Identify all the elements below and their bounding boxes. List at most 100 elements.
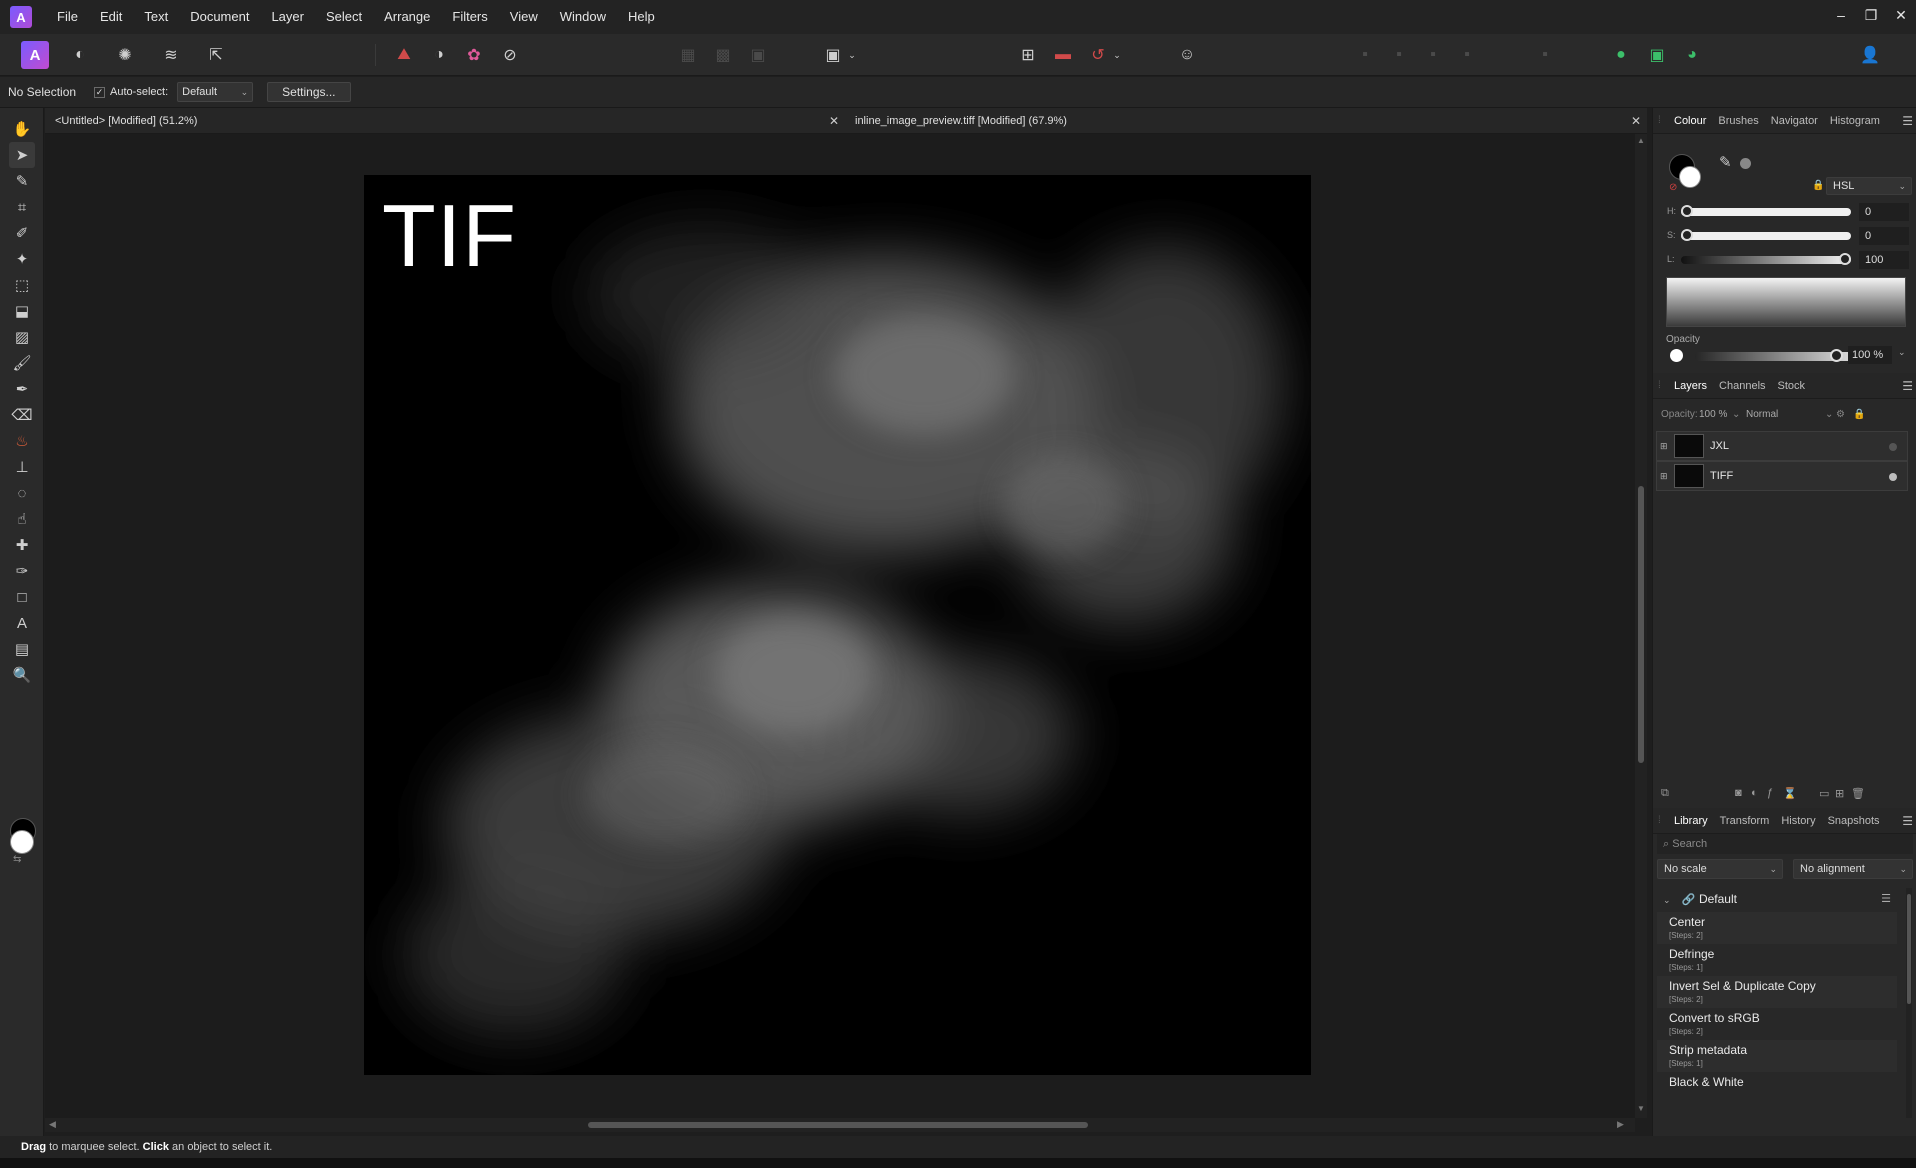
document-canvas[interactable]: TIF (364, 175, 1311, 1075)
opacity-value[interactable]: 100 % (1848, 346, 1892, 364)
color-wheel-icon[interactable]: ✿ (460, 41, 488, 69)
mask-icon[interactable]: ◑ (425, 41, 453, 69)
group-icon[interactable]: ▭ (1819, 787, 1829, 800)
macro-item[interactable]: Invert Sel & Duplicate Copy [Steps: 2] (1657, 976, 1897, 1008)
scroll-up-icon[interactable]: ▲ (1637, 136, 1645, 145)
scroll-left-icon[interactable]: ◀ (49, 1119, 56, 1130)
canvas-area[interactable]: TIF (45, 134, 1635, 1118)
tab-library[interactable]: Library (1668, 808, 1714, 834)
copy-icon[interactable]: ▣ (1643, 41, 1671, 69)
tab-transform[interactable]: Transform (1714, 808, 1776, 834)
scrollbar-thumb[interactable] (1907, 894, 1911, 1004)
slider-knob[interactable] (1681, 205, 1693, 217)
group-menu-icon[interactable]: ☰ (1881, 888, 1891, 910)
lightness-value[interactable]: 100 (1859, 251, 1909, 269)
slider-knob[interactable] (1839, 253, 1851, 265)
refresh-icon[interactable]: ◕ (1678, 41, 1706, 69)
view-tool-icon[interactable]: ✋ (9, 116, 35, 142)
layer-expand-icon[interactable]: ⊞ (1660, 471, 1668, 482)
scale-dropdown[interactable]: No scale ⌄ (1657, 859, 1783, 879)
chat-icon[interactable]: ● (1607, 41, 1635, 69)
layer-row-jxl[interactable]: ⊞ JXL (1656, 431, 1908, 461)
macro-item[interactable]: Convert to sRGB [Steps: 2] (1657, 1008, 1897, 1040)
smudge-brush-icon[interactable]: ☝ (9, 506, 35, 532)
export-persona-icon[interactable]: ⇱ (202, 41, 230, 69)
chevron-down-icon[interactable]: ⌄ (845, 41, 859, 69)
mask-layer-icon[interactable]: ◙ (1735, 787, 1742, 799)
align-center-icon[interactable]: ▬ (1049, 41, 1077, 69)
marquee-intersect-icon[interactable]: ▣ (744, 41, 772, 69)
macro-item[interactable]: Black & White (1657, 1072, 1897, 1096)
hue-value[interactable]: 0 (1859, 203, 1909, 221)
macro-group-default[interactable]: ⌄ 🔗 Default ☰ (1657, 888, 1897, 910)
menu-layer[interactable]: Layer (260, 0, 315, 34)
tab-histogram[interactable]: Histogram (1824, 108, 1886, 134)
horizontal-scrollbar[interactable]: ◀ ▶ (45, 1118, 1635, 1132)
panel-menu-icon[interactable]: ☰ (1902, 373, 1913, 399)
chevron-down-icon[interactable]: ⌄ (1732, 409, 1740, 420)
saturation-slider[interactable]: S: 0 (1667, 227, 1913, 245)
liquify-persona-icon[interactable]: ◐ (66, 41, 94, 69)
pen-tool-icon[interactable]: ✑ (9, 558, 35, 584)
user-account-icon[interactable]: 👤 (1856, 41, 1884, 69)
scrollbar-thumb[interactable] (588, 1122, 1088, 1128)
scroll-right-icon[interactable]: ▶ (1617, 1119, 1624, 1130)
menu-edit[interactable]: Edit (89, 0, 133, 34)
tab-brushes[interactable]: Brushes (1712, 108, 1764, 134)
arrange-backward-icon[interactable]: ▪ (1385, 41, 1413, 69)
panel-menu-icon[interactable]: ☰ (1902, 108, 1913, 134)
color-mode-dropdown[interactable]: HSL ⌄ (1826, 177, 1912, 195)
macro-item[interactable]: Defringe [Steps: 1] (1657, 944, 1897, 976)
fx-icon[interactable]: ƒ (1767, 787, 1773, 799)
blur-brush-icon[interactable]: ◌ (9, 480, 35, 506)
library-search-input[interactable]: ⌕ Search (1657, 834, 1913, 854)
visibility-dot-icon[interactable] (1889, 443, 1897, 451)
panel-menu-icon[interactable]: ☰ (1902, 808, 1913, 834)
secondary-color-swatch[interactable] (10, 830, 34, 854)
close-button[interactable]: ✕ (1886, 0, 1916, 30)
rectangle-tool-icon[interactable]: □ (9, 584, 35, 610)
color-replacement-icon[interactable]: ✒ (9, 376, 35, 402)
close-icon[interactable]: ✕ (1631, 108, 1641, 134)
background-color-swatch[interactable] (1679, 166, 1701, 188)
grip-icon[interactable]: ⁞ (1658, 115, 1668, 126)
tab-untitled[interactable]: <Untitled> [Modified] (51.2%) ✕ (45, 108, 845, 134)
snapping-icon[interactable]: ▣ (819, 41, 847, 69)
alignment-dropdown[interactable]: No alignment ⌄ (1793, 859, 1913, 879)
clone-brush-icon[interactable]: ⊥ (9, 454, 35, 480)
picked-color-dot[interactable] (1740, 158, 1751, 169)
menu-arrange[interactable]: Arrange (373, 0, 441, 34)
chevron-down-icon[interactable]: ⌄ (1663, 895, 1671, 905)
menu-view[interactable]: View (499, 0, 549, 34)
tone-mapping-persona-icon[interactable]: ≋ (157, 41, 185, 69)
grip-icon[interactable]: ⁞ (1658, 815, 1668, 826)
restore-button[interactable]: ❐ (1856, 0, 1886, 30)
menu-window[interactable]: Window (549, 0, 617, 34)
photo-persona-icon[interactable]: A (21, 41, 49, 69)
tab-tiff-preview[interactable]: inline_image_preview.tiff [Modified] (67… (845, 108, 1647, 134)
zoom-tool-icon[interactable]: 🔍 (9, 662, 35, 688)
autoselect-checkbox[interactable]: ✓ (94, 86, 106, 98)
tab-stock[interactable]: Stock (1772, 373, 1812, 399)
close-icon[interactable]: ✕ (829, 108, 839, 134)
align-grid-icon[interactable]: ⊞ (1014, 41, 1042, 69)
lightness-slider[interactable]: L: 100 (1667, 251, 1913, 269)
dodge-brush-icon[interactable]: ♨ (9, 428, 35, 454)
swap-colors-icon[interactable]: ⇆ (13, 854, 21, 865)
arrange-forward-icon[interactable]: ▪ (1419, 41, 1447, 69)
color-gradient-picker[interactable] (1666, 277, 1906, 327)
distribute-icon[interactable]: ▪ (1531, 41, 1559, 69)
arrange-front-icon[interactable]: ▪ (1453, 41, 1481, 69)
menu-select[interactable]: Select (315, 0, 373, 34)
color-picker-icon[interactable]: ✎ (1719, 153, 1732, 171)
tab-history[interactable]: History (1775, 808, 1821, 834)
move-tool-icon[interactable]: ➤ (9, 142, 35, 168)
tab-layers[interactable]: Layers (1668, 373, 1713, 399)
layer-assets-icon[interactable]: ⧉ (1661, 787, 1669, 800)
marquee-tool-icon[interactable]: ⬚ (9, 272, 35, 298)
chevron-down-icon[interactable]: ⌄ (1825, 409, 1833, 420)
menu-file[interactable]: File (46, 0, 89, 34)
menu-text[interactable]: Text (133, 0, 179, 34)
scroll-down-icon[interactable]: ▼ (1637, 1104, 1645, 1113)
marquee-new-icon[interactable]: ▦ (674, 41, 702, 69)
